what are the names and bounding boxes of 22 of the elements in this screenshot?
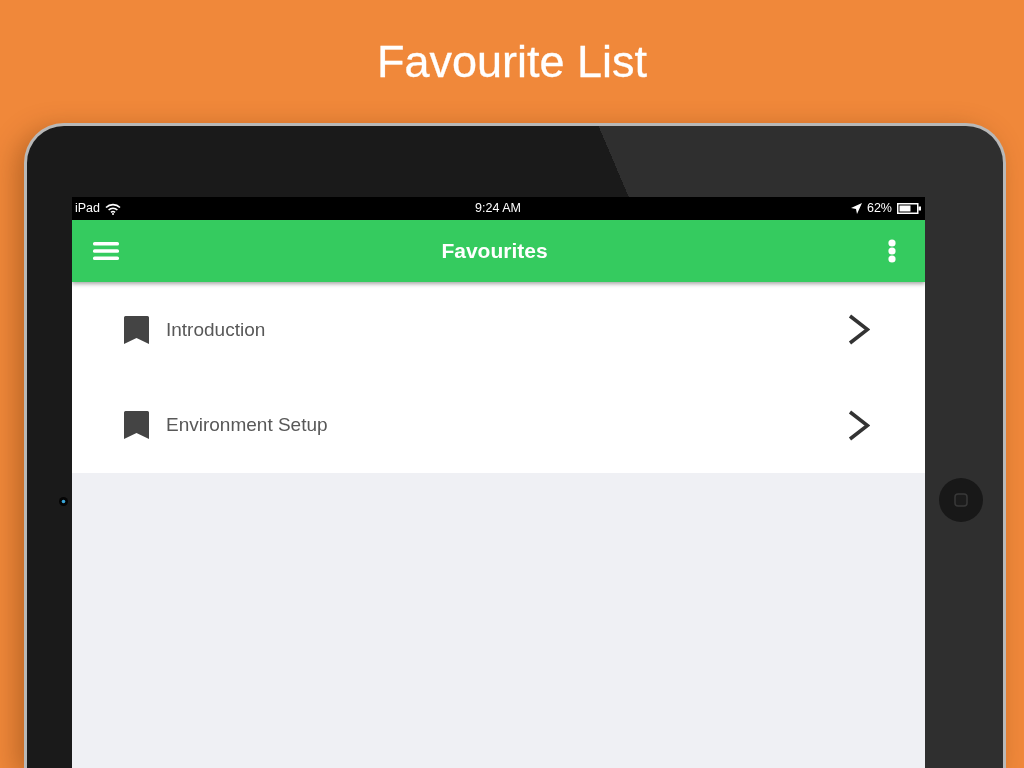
more-button[interactable]: [888, 239, 896, 263]
bookmark-icon: [124, 315, 149, 344]
carrier-label: iPad: [75, 202, 101, 215]
list-item[interactable]: Introduction: [72, 282, 925, 378]
more-icon: [888, 239, 896, 263]
camera-dot-icon: [59, 497, 68, 506]
item-label: Environment Setup: [166, 414, 328, 437]
home-button-icon: [939, 478, 983, 522]
item-label: Introduction: [166, 318, 266, 341]
battery-percent: 62%: [866, 202, 892, 215]
chevron-right-icon: [848, 409, 870, 441]
app-bar-title: Favourites: [441, 239, 548, 263]
page-title: Favourite List: [376, 36, 648, 87]
battery-icon: [897, 203, 921, 214]
chevron-right-icon: [848, 314, 870, 346]
list-item[interactable]: Environment Setup: [72, 377, 925, 473]
menu-button[interactable]: [93, 241, 119, 261]
wifi-icon: [105, 202, 122, 215]
location-arrow-icon: [850, 203, 862, 214]
bookmark-icon: [124, 411, 149, 440]
menu-icon: [93, 241, 119, 261]
clock-text: 9:24 AM: [475, 202, 521, 215]
